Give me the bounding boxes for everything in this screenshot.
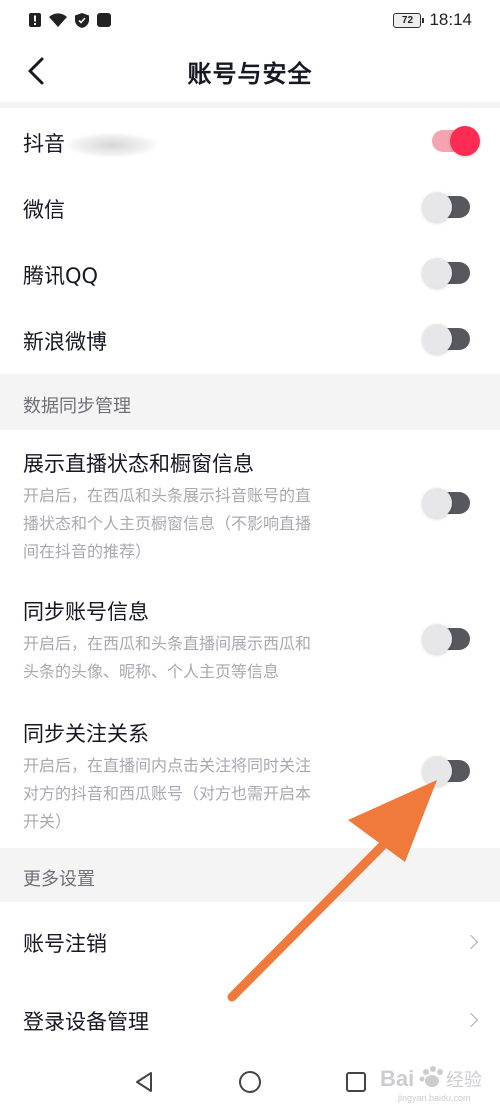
chevron-left-icon [28, 57, 44, 85]
wifi-icon [49, 13, 67, 27]
svg-text:jingyan.baidu.com: jingyan.baidu.com [397, 1093, 471, 1103]
toggle-knob [422, 756, 452, 786]
section-header-more: 更多设置 [0, 848, 500, 902]
more-item-account-cancel[interactable]: 账号注销 [0, 904, 500, 980]
nav-home-button[interactable] [237, 1069, 263, 1095]
back-button[interactable] [18, 53, 54, 89]
status-bar: 72 18:14 [0, 0, 500, 40]
binding-label: 腾讯QQ [23, 264, 99, 288]
follow-relation-toggle[interactable] [422, 756, 470, 786]
status-right: 72 18:14 [393, 10, 472, 30]
square-recents-icon [346, 1072, 366, 1092]
account-info-toggle[interactable] [422, 624, 470, 654]
live-status-toggle[interactable] [422, 488, 470, 518]
app-notification-icon [97, 13, 111, 27]
qq-toggle[interactable] [422, 258, 470, 288]
binding-row-weibo[interactable]: 新浪微博 [0, 306, 500, 372]
toggle-knob [422, 488, 452, 518]
item-title: 同步关注关系 [23, 722, 149, 746]
sync-item-live-status[interactable]: 展示直播状态和橱窗信息 开启后，在西瓜和头条展示抖音账号的直 播状态和个人主页橱… [0, 430, 500, 574]
battery-icon: 72 [393, 12, 425, 28]
section-header-sync: 数据同步管理 [0, 374, 500, 430]
sync-item-follow-relation[interactable]: 同步关注关系 开启后，在直播间内点击关注将同时关注 对方的抖音和西瓜账号（对方也… [0, 696, 500, 846]
page-title: 账号与安全 [187, 59, 313, 88]
binding-label: 新浪微博 [23, 330, 107, 354]
nav-recents-button[interactable] [343, 1069, 369, 1095]
top-bar: 账号与安全 [0, 40, 500, 102]
redacted-username [67, 133, 157, 157]
svg-text:Bai: Bai [380, 1066, 414, 1091]
svg-text:经验: 经验 [446, 1070, 482, 1091]
item-description: 开启后，在直播间内点击关注将同时关注 对方的抖音和西瓜账号（对方也需开启本 开关… [23, 756, 312, 831]
binding-label: 抖音 [23, 128, 157, 158]
circle-home-icon [239, 1071, 261, 1093]
sync-item-account-info[interactable]: 同步账号信息 开启后，在西瓜和头条直播间展示西瓜和 头条的头像、昵称、个人主页等… [0, 574, 500, 696]
shield-icon [75, 12, 89, 28]
nav-back-button[interactable] [131, 1069, 157, 1095]
item-description: 开启后，在西瓜和头条直播间展示西瓜和 头条的头像、昵称、个人主页等信息 [23, 634, 312, 681]
douyin-toggle[interactable] [432, 126, 480, 156]
item-title: 展示直播状态和橱窗信息 [23, 452, 254, 476]
more-item-login-devices[interactable]: 登录设备管理 [0, 982, 500, 1058]
clock: 18:14 [429, 10, 472, 29]
toggle-knob [422, 624, 452, 654]
watermark: Bai 经验 jingyan.baidu.com [378, 1058, 496, 1106]
toggle-knob [422, 324, 452, 354]
wechat-toggle[interactable] [422, 192, 470, 222]
item-title: 同步账号信息 [23, 600, 149, 624]
item-description: 开启后，在西瓜和头条展示抖音账号的直 播状态和个人主页橱窗信息（不影响直播 间在… [23, 486, 312, 561]
binding-row-wechat[interactable]: 微信 [0, 174, 500, 240]
chevron-right-icon [463, 1012, 479, 1028]
item-label: 账号注销 [23, 932, 107, 956]
baidu-paw-logo: Bai 经验 jingyan.baidu.com [380, 1066, 482, 1103]
item-label: 登录设备管理 [23, 1010, 149, 1034]
alert-icon [29, 13, 41, 27]
section-title: 数据同步管理 [23, 396, 131, 417]
toggle-knob [422, 192, 452, 222]
section-title: 更多设置 [23, 869, 95, 890]
binding-row-qq[interactable]: 腾讯QQ [0, 240, 500, 306]
triangle-back-icon [136, 1072, 152, 1092]
toggle-knob [450, 126, 480, 156]
binding-row-douyin[interactable]: 抖音 [0, 108, 500, 174]
weibo-toggle[interactable] [422, 324, 470, 354]
chevron-right-icon [463, 934, 479, 950]
binding-label: 微信 [23, 198, 65, 222]
toggle-knob [422, 258, 452, 288]
status-icons [28, 12, 112, 29]
